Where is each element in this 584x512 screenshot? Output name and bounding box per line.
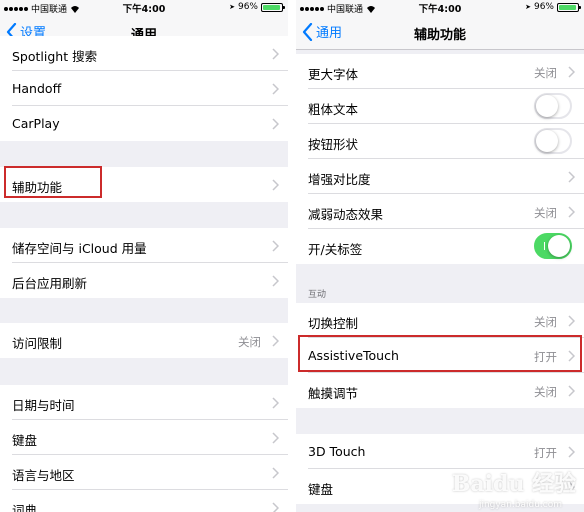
list-item-label: AssistiveTouch xyxy=(308,348,399,363)
list-item-accessibility[interactable]: 辅助功能 xyxy=(0,167,288,202)
list-item-label: 日期与时间 xyxy=(12,398,75,413)
list-item-dictionary[interactable]: 词典 xyxy=(0,490,288,512)
accessibility-settings-screen: 中国联通 下午4:00 ➤ 96% 通用 辅助功能 更大字体 关闭 粗体文本 按… xyxy=(296,0,584,512)
list-item-background-refresh[interactable]: 后台应用刷新 xyxy=(0,263,288,298)
list-item-label: 触摸调节 xyxy=(308,386,359,401)
list-item-storage-icloud[interactable]: 储存空间与 iCloud 用量 xyxy=(0,228,288,263)
list-item-label: 按钮形状 xyxy=(308,137,359,152)
chevron-right-icon xyxy=(568,350,575,362)
navigation-bar: 通用 辅助功能 xyxy=(296,14,584,50)
list-item-label: 键盘 xyxy=(12,433,38,448)
chevron-right-icon xyxy=(272,432,279,444)
list-item-on-off-labels: 开/关标签 xyxy=(296,229,584,264)
list-item-label: Handoff xyxy=(12,81,62,96)
list-item-label: 储存空间与 iCloud 用量 xyxy=(12,241,147,256)
list-item-button-shapes: 按钮形状 xyxy=(296,124,584,159)
list-item-spotlight[interactable]: Spotlight 搜索 xyxy=(0,36,288,71)
chevron-right-icon xyxy=(272,83,279,95)
list-item-value: 关闭 xyxy=(534,66,557,80)
list-item-value: 关闭 xyxy=(534,206,557,220)
list-item-label: 词典 xyxy=(12,503,38,512)
button-shapes-toggle[interactable] xyxy=(534,128,572,154)
chevron-right-icon xyxy=(272,502,279,512)
list-item-label: 3D Touch xyxy=(308,444,366,459)
list-item-switch-control[interactable]: 切换控制 关闭 xyxy=(296,303,584,338)
chevron-right-icon xyxy=(568,446,575,458)
list-item-label: Spotlight 搜索 xyxy=(12,49,98,64)
list-item-3d-touch[interactable]: 3D Touch 打开 xyxy=(296,434,584,469)
chevron-right-icon xyxy=(272,118,279,130)
page-title: 辅助功能 xyxy=(413,28,466,43)
list-item-larger-text[interactable]: 更大字体 关闭 xyxy=(296,54,584,89)
list-item-label: 更大字体 xyxy=(308,67,359,82)
chevron-right-icon xyxy=(272,397,279,409)
chevron-right-icon xyxy=(568,66,575,78)
list-item-label: 键盘 xyxy=(308,482,334,497)
list-item-bold-text: 粗体文本 xyxy=(296,89,584,124)
section-header-interaction: 互动 xyxy=(308,290,327,300)
location-icon: ➤ xyxy=(525,3,531,11)
baidu-watermark: Baidu 经验 xyxy=(451,471,576,497)
chevron-right-icon xyxy=(568,385,575,397)
list-item-assistivetouch[interactable]: AssistiveTouch 打开 xyxy=(296,338,584,373)
list-item-handoff[interactable]: Handoff xyxy=(0,71,288,106)
chevron-right-icon xyxy=(568,206,575,218)
list-item-carplay[interactable]: CarPlay xyxy=(0,106,288,141)
list-item-label: 增强对比度 xyxy=(308,172,371,187)
list-item-label: 开/关标签 xyxy=(308,242,363,257)
list-item-date-time[interactable]: 日期与时间 xyxy=(0,385,288,420)
list-item-label: 辅助功能 xyxy=(12,180,63,195)
chevron-right-icon xyxy=(272,275,279,287)
list-item-increase-contrast[interactable]: 增强对比度 xyxy=(296,159,584,194)
chevron-right-icon xyxy=(272,240,279,252)
list-item-reduce-motion[interactable]: 减弱动态效果 关闭 xyxy=(296,194,584,229)
list-item-label: CarPlay xyxy=(12,116,60,131)
list-item-keyboard[interactable]: 键盘 xyxy=(0,420,288,455)
chevron-right-icon xyxy=(272,48,279,60)
list-item-touch-accommodations[interactable]: 触摸调节 关闭 xyxy=(296,373,584,408)
watermark-url: jingyan.baidu.com xyxy=(478,500,562,510)
list-item-language-region[interactable]: 语言与地区 xyxy=(0,455,288,490)
battery-percent: 96% xyxy=(533,2,554,12)
status-bar: 中国联通 下午4:00 ➤ 96% xyxy=(296,0,584,15)
list-item-label: 切换控制 xyxy=(308,316,359,331)
status-bar: 中国联通 下午4:00 ➤ 96% xyxy=(0,0,288,15)
chevron-right-icon xyxy=(568,171,575,183)
battery-percent: 96% xyxy=(237,2,258,12)
chevron-right-icon xyxy=(272,179,279,191)
list-item-label: 语言与地区 xyxy=(12,468,75,483)
list-item-label: 后台应用刷新 xyxy=(12,276,88,291)
list-item-value: 打开 xyxy=(534,446,557,460)
list-item-label: 减弱动态效果 xyxy=(308,207,384,222)
on-off-labels-toggle[interactable] xyxy=(534,233,572,259)
list-item-value: 打开 xyxy=(534,350,557,364)
general-settings-screen: 中国联通 下午4:00 ➤ 96% 设置 通用 Spotlight 搜索 Han… xyxy=(0,0,288,512)
chevron-right-icon xyxy=(272,335,279,347)
bold-text-toggle[interactable] xyxy=(534,93,572,119)
chevron-right-icon xyxy=(568,315,575,327)
list-item-value: 关闭 xyxy=(534,385,557,399)
battery-icon xyxy=(261,2,285,12)
battery-icon xyxy=(557,2,581,12)
location-icon: ➤ xyxy=(229,3,235,11)
list-item-value: 关闭 xyxy=(238,335,261,349)
chevron-right-icon xyxy=(272,467,279,479)
list-item-label: 粗体文本 xyxy=(308,102,359,117)
list-item-value: 关闭 xyxy=(534,315,557,329)
list-item-restrictions[interactable]: 访问限制 关闭 xyxy=(0,323,288,358)
list-item-label: 访问限制 xyxy=(12,336,63,351)
